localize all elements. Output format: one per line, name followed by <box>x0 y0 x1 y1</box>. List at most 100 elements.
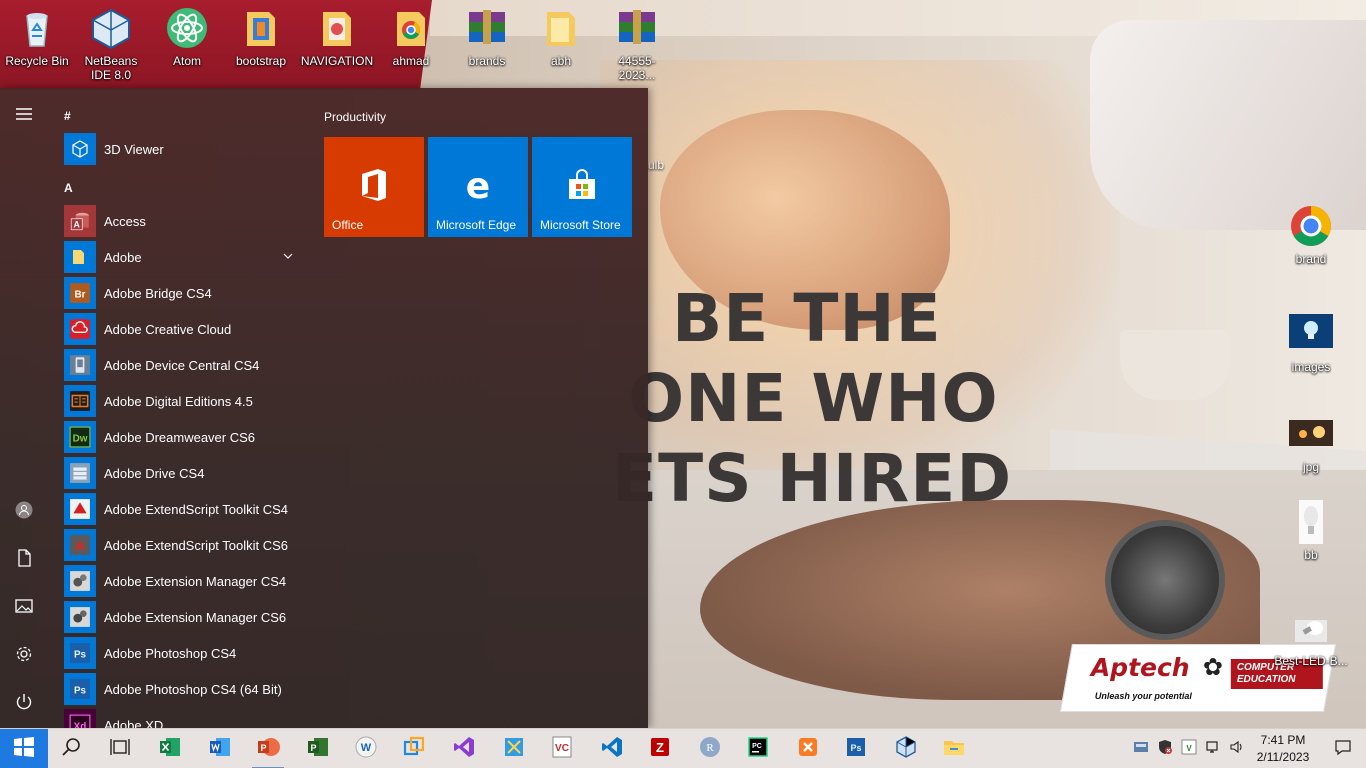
power-icon <box>15 693 33 716</box>
start-button[interactable] <box>0 729 48 768</box>
desktop-icon-atom[interactable]: Atom <box>150 6 224 68</box>
tile-microsoft-store[interactable]: Microsoft Store <box>532 137 632 237</box>
search-icon <box>60 735 84 764</box>
network-card-icon <box>1133 739 1149 760</box>
app-access[interactable]: A Access <box>64 204 304 238</box>
chevron-down-icon[interactable] <box>282 249 294 261</box>
app-adobe-extension-manager-cs4[interactable]: Adobe Extension Manager CS4 <box>64 564 304 598</box>
bridge-icon: Br <box>64 277 96 309</box>
taskbar-file-explorer[interactable] <box>930 729 978 768</box>
svg-text:PC: PC <box>752 743 762 750</box>
taskbar-excel[interactable] <box>146 729 194 768</box>
taskbar-visual-studio[interactable] <box>440 729 488 768</box>
app-adobe-photoshop-cs4-64[interactable]: Ps Adobe Photoshop CS4 (64 Bit) <box>64 672 304 706</box>
desktop-icon-recycle-bin[interactable]: Recycle Bin <box>0 6 74 68</box>
tray-network-card[interactable] <box>1130 729 1152 768</box>
system-clock[interactable]: 7:41 PM 2/11/2023 <box>1248 732 1318 766</box>
taskbar-word[interactable] <box>196 729 244 768</box>
snip-tool-icon <box>502 735 526 764</box>
taskbar: P P W VC Z R PC Ps V 7:41 PM 2/11/2023 <box>0 728 1366 768</box>
taskbar-r[interactable]: R <box>686 729 734 768</box>
desktop-icon-ahmad[interactable]: ahmad <box>374 6 448 68</box>
task-view-icon <box>108 735 132 764</box>
svg-text:V: V <box>1186 744 1192 753</box>
desktop-icon-jpg[interactable]: jpg <box>1274 412 1348 474</box>
clock-time: 7:41 PM <box>1260 733 1306 747</box>
desktop-icon-archive[interactable]: 44555-2023... <box>600 6 674 82</box>
image-icon <box>1289 606 1333 650</box>
tray-defender[interactable] <box>1154 729 1176 768</box>
taskbar-netbeans[interactable] <box>882 729 930 768</box>
taskbar-snip-tool[interactable] <box>490 729 538 768</box>
desktop-icon-navigation[interactable]: NAVIGATION <box>300 6 374 68</box>
group-header-a[interactable]: A <box>64 181 73 195</box>
taskbar-xampp[interactable] <box>784 729 832 768</box>
app-adobe-extendscript-cs4[interactable]: Adobe ExtendScript Toolkit CS4 <box>64 492 304 526</box>
power-button[interactable] <box>0 680 48 728</box>
wallpaper-watch <box>1105 520 1225 640</box>
user-icon <box>15 501 33 524</box>
app-adobe-bridge-cs4[interactable]: Br Adobe Bridge CS4 <box>64 276 304 310</box>
tile-office[interactable]: Office <box>324 137 424 237</box>
desktop-icon-abh[interactable]: abh <box>524 6 598 68</box>
app-adobe-extendscript-cs6[interactable]: Adobe ExtendScript Toolkit CS6 <box>64 528 304 562</box>
xd-icon: Xd <box>64 709 96 728</box>
taskbar-pycharm[interactable]: PC <box>734 729 782 768</box>
hamburger-icon <box>15 105 33 128</box>
tray-network[interactable] <box>1202 729 1224 768</box>
wallpaper-cup <box>1120 330 1230 400</box>
image-icon <box>1289 312 1333 356</box>
taskbar-powerpoint[interactable]: P <box>244 729 292 768</box>
tray-volume[interactable] <box>1226 729 1248 768</box>
desktop-icon-best-led[interactable]: Best-LED-B... <box>1274 606 1348 668</box>
access-icon: A <box>64 205 96 237</box>
tray-vscode[interactable]: V <box>1178 729 1200 768</box>
app-adobe-creative-cloud[interactable]: Adobe Creative Cloud <box>64 312 304 346</box>
taskbar-vscode[interactable] <box>588 729 636 768</box>
taskbar-visual-studio-code-old[interactable]: VC <box>538 729 586 768</box>
chrome-folder-icon <box>389 6 433 50</box>
settings-button[interactable] <box>0 632 48 680</box>
group-header-hash[interactable]: # <box>64 109 71 123</box>
tile-microsoft-edge[interactable]: e Microsoft Edge <box>428 137 528 237</box>
desktop-icon-bootstrap[interactable]: bootstrap <box>224 6 298 68</box>
action-center-button[interactable] <box>1320 729 1366 768</box>
r-icon: R <box>698 735 722 764</box>
app-adobe-drive-cs4[interactable]: Adobe Drive CS4 <box>64 456 304 490</box>
expand-menu-button[interactable] <box>0 92 48 140</box>
search-button[interactable] <box>48 729 96 768</box>
app-adobe-digital-editions[interactable]: Adobe Digital Editions 4.5 <box>64 384 304 418</box>
desktop-icon-bb[interactable]: bb <box>1274 500 1348 562</box>
documents-button[interactable] <box>0 536 48 584</box>
app-folder-adobe[interactable]: Adobe <box>64 240 304 274</box>
app-adobe-dreamweaver-cs6[interactable]: Dw Adobe Dreamweaver CS6 <box>64 420 304 454</box>
tile-group-title[interactable]: Productivity <box>324 110 386 124</box>
atom-icon <box>165 6 209 50</box>
taskbar-photoshop[interactable]: Ps <box>832 729 880 768</box>
photoshop-icon: Ps <box>64 673 96 705</box>
slogan-line-1: BE THE <box>672 280 942 357</box>
pycharm-icon: PC <box>746 735 770 764</box>
photoshop-icon: Ps <box>64 637 96 669</box>
taskbar-filezilla[interactable]: Z <box>636 729 684 768</box>
taskbar-wordpad[interactable]: W <box>342 729 390 768</box>
netbeans-icon <box>894 735 918 764</box>
app-3d-viewer[interactable]: 3D Viewer <box>64 132 304 166</box>
taskbar-virtualbox[interactable] <box>390 729 438 768</box>
user-account-button[interactable] <box>0 488 48 536</box>
desktop-icon-images[interactable]: images <box>1274 312 1348 374</box>
desktop-icon-netbeans[interactable]: NetBeans IDE 8.0 <box>74 6 148 82</box>
app-adobe-device-central-cs4[interactable]: Adobe Device Central CS4 <box>64 348 304 382</box>
app-adobe-xd[interactable]: Xd Adobe XD <box>64 708 304 728</box>
app-adobe-photoshop-cs4[interactable]: Ps Adobe Photoshop CS4 <box>64 636 304 670</box>
desktop-icon-brands[interactable]: brands <box>450 6 524 68</box>
svg-text:A: A <box>74 220 81 230</box>
desktop-icon-brand[interactable]: brand <box>1274 204 1348 266</box>
wordpad-icon: W <box>354 735 378 764</box>
pictures-button[interactable] <box>0 584 48 632</box>
task-view-button[interactable] <box>96 729 144 768</box>
taskbar-project[interactable]: P <box>294 729 342 768</box>
app-adobe-extension-manager-cs6[interactable]: Adobe Extension Manager CS6 <box>64 600 304 634</box>
recycle-bin-icon <box>15 6 59 50</box>
wallpaper-sleeve <box>1090 20 1366 230</box>
